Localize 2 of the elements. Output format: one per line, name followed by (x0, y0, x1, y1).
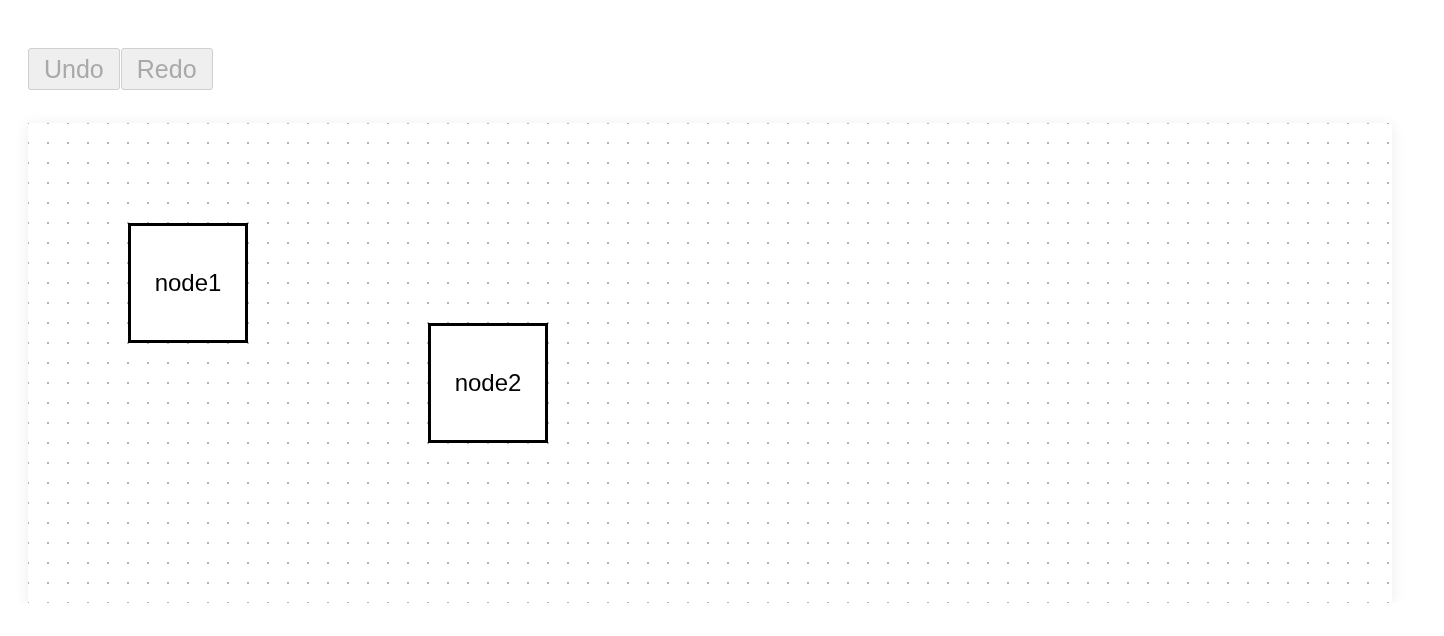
diagram-node: node2 (428, 323, 548, 443)
diagram-node: node1 (128, 223, 248, 343)
